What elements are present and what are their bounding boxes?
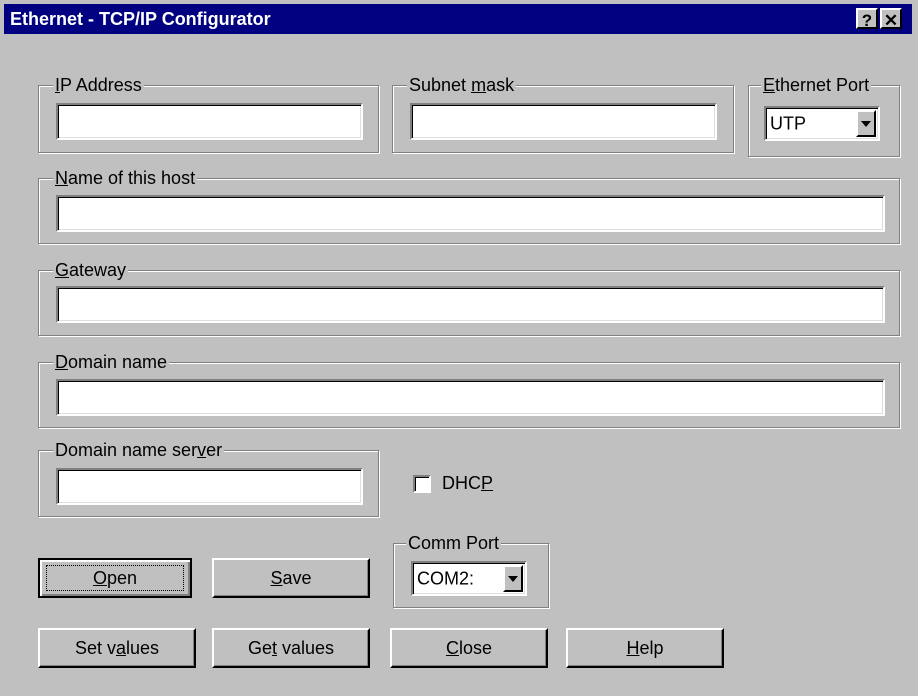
host-name-label: Name of this host: [53, 167, 198, 189]
open-button[interactable]: Open: [38, 558, 192, 598]
host-name-input[interactable]: [58, 197, 883, 230]
ethernet-port-label: Ethernet Port: [761, 74, 872, 96]
save-button[interactable]: Save: [212, 558, 370, 598]
gateway-input[interactable]: [58, 288, 883, 321]
dhcp-checkbox[interactable]: [413, 475, 431, 493]
close-button[interactable]: Close: [390, 628, 548, 668]
domain-name-server-label: Domain name server: [53, 439, 225, 461]
comm-port-group: Comm Port COM2:: [393, 532, 549, 608]
gateway-field[interactable]: [56, 286, 885, 323]
ethernet-port-group: Ethernet Port UTP: [748, 74, 900, 157]
subnet-mask-input[interactable]: [412, 105, 715, 138]
domain-name-server-group: Domain name server: [38, 439, 379, 517]
comm-port-dropdown-button[interactable]: [503, 565, 523, 592]
ip-address-label: IP Address: [53, 74, 144, 96]
subnet-mask-label: Subnet mask: [407, 74, 517, 96]
comm-port-select[interactable]: COM2:: [411, 561, 527, 596]
ethernet-port-select[interactable]: UTP: [764, 106, 880, 141]
chevron-down-icon: [508, 575, 518, 582]
subnet-mask-field[interactable]: [410, 103, 717, 140]
help-button[interactable]: Help: [566, 628, 724, 668]
domain-name-input[interactable]: [58, 381, 883, 414]
close-icon[interactable]: ✕: [880, 8, 902, 30]
subnet-mask-group: Subnet mask: [392, 74, 734, 153]
set-values-button[interactable]: Set values: [38, 628, 196, 668]
comm-port-value: COM2:: [417, 568, 475, 588]
ethernet-port-value: UTP: [770, 113, 806, 133]
ethernet-port-dropdown-button[interactable]: [856, 110, 876, 137]
help-icon[interactable]: ?: [856, 8, 878, 30]
ip-address-input[interactable]: [58, 105, 361, 138]
host-name-field[interactable]: [56, 195, 885, 232]
chevron-down-icon: [861, 120, 871, 127]
domain-name-field[interactable]: [56, 379, 885, 416]
get-values-button[interactable]: Get values: [212, 628, 370, 668]
domain-name-group: Domain name: [38, 351, 900, 428]
domain-name-server-field[interactable]: [56, 468, 363, 505]
domain-name-server-input[interactable]: [58, 470, 361, 503]
gateway-group: Gateway: [38, 259, 900, 336]
gateway-label: Gateway: [53, 259, 129, 281]
domain-name-label: Domain name: [53, 351, 170, 373]
focus-rectangle: [46, 565, 184, 591]
window-title: Ethernet - TCP/IP Configurator: [10, 9, 271, 29]
title-bar[interactable]: Ethernet - TCP/IP Configurator ? ✕: [4, 4, 912, 34]
ip-address-field[interactable]: [56, 103, 363, 140]
host-name-group: Name of this host: [38, 167, 900, 244]
dialog-window: Ethernet - TCP/IP Configurator ? ✕ IP Ad…: [0, 0, 918, 696]
comm-port-label: Comm Port: [406, 532, 502, 554]
dhcp-label[interactable]: DHCP: [442, 473, 493, 494]
ip-address-group: IP Address: [38, 74, 379, 153]
